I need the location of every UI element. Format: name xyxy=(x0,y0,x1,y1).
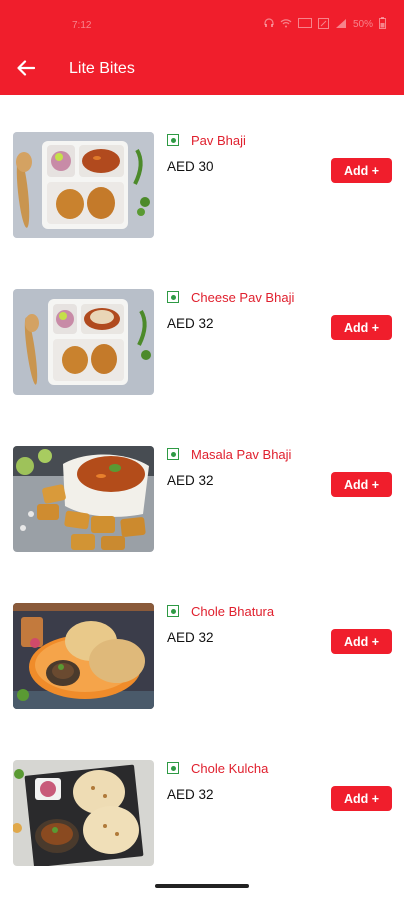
add-button[interactable]: Add + xyxy=(331,472,392,497)
item-price: AED 32 xyxy=(167,473,214,488)
item-name: Masala Pav Bhaji xyxy=(191,447,292,462)
veg-icon xyxy=(167,605,179,617)
add-button[interactable]: Add + xyxy=(331,315,392,340)
network-icon xyxy=(297,18,312,31)
back-button[interactable] xyxy=(12,54,40,82)
food-image xyxy=(13,132,154,238)
app-bar: 7:12 50% Lite Bites xyxy=(0,0,404,95)
food-image xyxy=(13,289,154,395)
food-image xyxy=(13,603,154,709)
status-bar: 7:12 50% xyxy=(0,0,404,40)
list-item: Chole Kulcha AED 32 Add + xyxy=(0,723,404,880)
list-item: Chole Bhatura AED 32 Add + xyxy=(0,566,404,723)
page-title: Lite Bites xyxy=(69,60,135,77)
battery-text: 50% xyxy=(352,19,373,30)
battery-icon xyxy=(379,17,386,32)
status-time: 7:12 xyxy=(72,20,92,31)
veg-icon xyxy=(167,291,179,303)
signal-icon xyxy=(335,18,347,32)
list-item: Masala Pav Bhaji AED 32 Add + xyxy=(0,409,404,566)
food-image xyxy=(13,446,154,552)
item-name: Cheese Pav Bhaji xyxy=(191,290,295,305)
item-name: Chole Kulcha xyxy=(191,761,269,776)
vpn-icon xyxy=(317,17,329,32)
item-price: AED 30 xyxy=(167,159,214,174)
status-icons: 50% xyxy=(264,17,386,32)
headphones-icon xyxy=(264,18,274,31)
item-name: Chole Bhatura xyxy=(191,604,275,619)
item-price: AED 32 xyxy=(167,316,214,331)
add-button[interactable]: Add + xyxy=(331,158,392,183)
veg-icon xyxy=(167,134,179,146)
food-image xyxy=(13,760,154,866)
list-item: Cheese Pav Bhaji AED 32 Add + xyxy=(0,252,404,409)
veg-icon xyxy=(167,448,179,460)
add-button[interactable]: Add + xyxy=(331,786,392,811)
list-item: Pav Bhaji AED 30 Add + xyxy=(0,95,404,252)
wifi-icon xyxy=(280,18,292,31)
home-indicator[interactable] xyxy=(155,884,249,888)
item-name: Pav Bhaji xyxy=(191,133,246,148)
item-price: AED 32 xyxy=(167,630,214,645)
item-price: AED 32 xyxy=(167,787,214,802)
add-button[interactable]: Add + xyxy=(331,629,392,654)
arrow-left-icon xyxy=(17,60,35,76)
veg-icon xyxy=(167,762,179,774)
